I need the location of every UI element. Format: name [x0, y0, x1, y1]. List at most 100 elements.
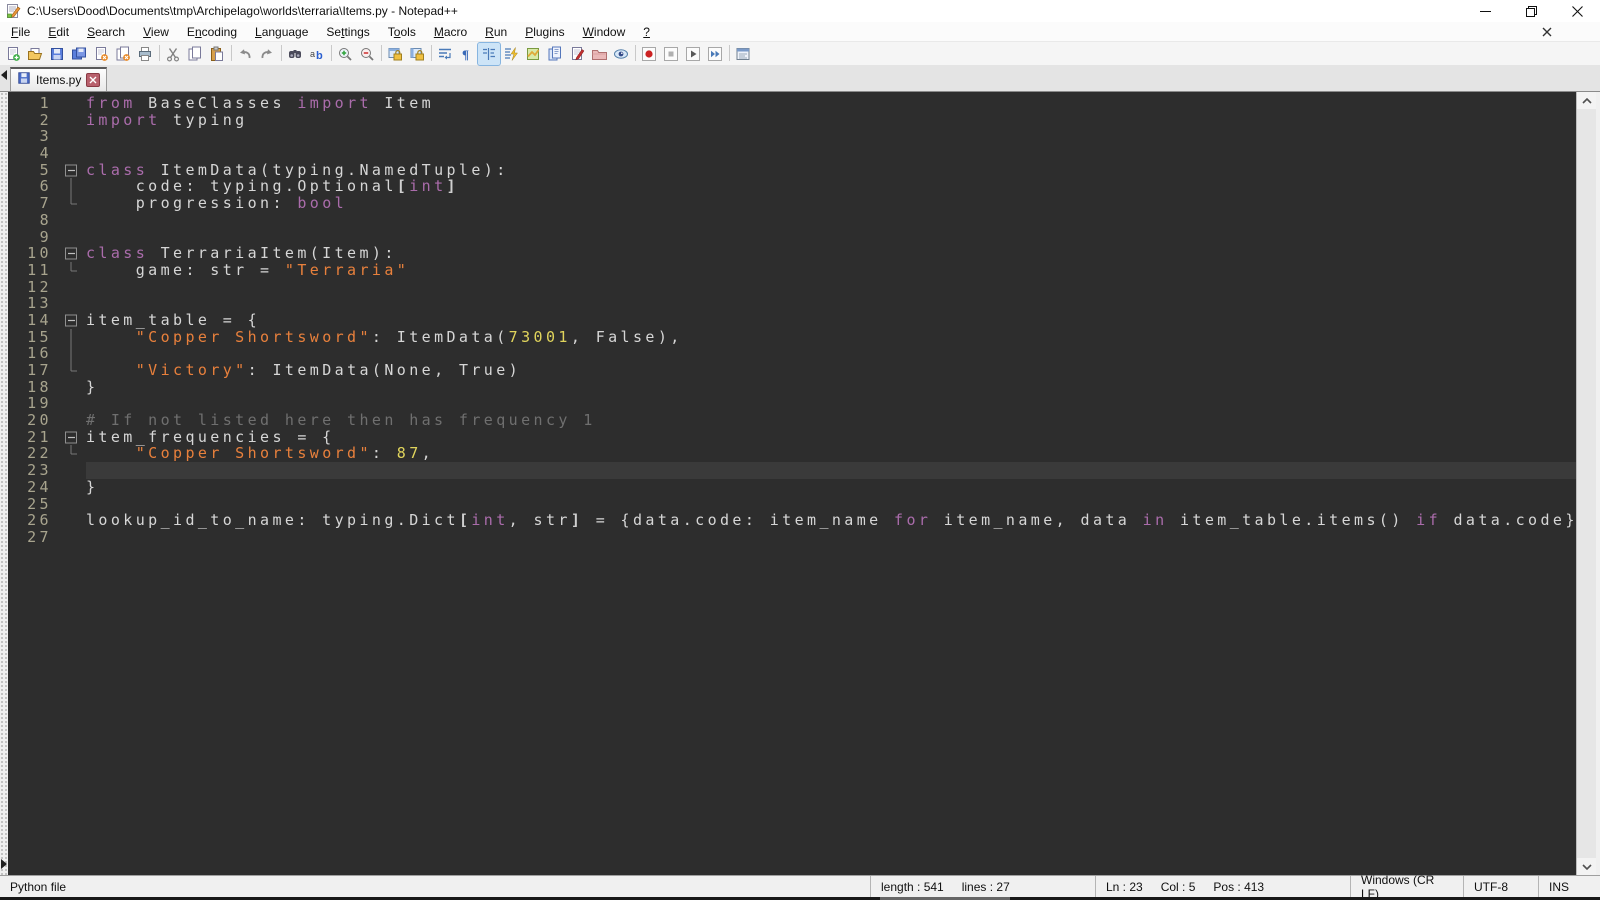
status-pos: Pos : 413 — [1213, 880, 1264, 894]
indent-guide-icon[interactable] — [478, 43, 500, 65]
code-line[interactable]: 26lookup_id_to_name: typing.Dict[int, st… — [8, 512, 1576, 529]
zoom-out-icon[interactable] — [356, 43, 378, 65]
document-list-icon[interactable] — [544, 43, 566, 65]
function-list-icon[interactable] — [500, 43, 522, 65]
word-wrap-icon[interactable] — [434, 43, 456, 65]
code-line[interactable]: 24} — [8, 479, 1576, 496]
menu-macro[interactable]: Macro — [425, 23, 476, 41]
save-icon[interactable] — [46, 43, 68, 65]
scroll-up-icon[interactable] — [1577, 92, 1596, 109]
code-line[interactable]: 14item_table = { — [8, 312, 1576, 329]
copy-icon[interactable] — [184, 43, 206, 65]
code-line[interactable]: 2import typing — [8, 112, 1576, 129]
code-line[interactable]: 27 — [8, 529, 1576, 546]
edit-macro-icon[interactable] — [566, 43, 588, 65]
macro-run-multiple-icon[interactable] — [704, 43, 726, 65]
status-eol[interactable]: Windows (CR LF) — [1350, 876, 1463, 897]
show-all-characters-icon[interactable]: ¶ — [456, 43, 478, 65]
status-encoding[interactable]: UTF-8 — [1463, 876, 1538, 897]
find-icon[interactable] — [284, 43, 306, 65]
status-length-section: length : 541 lines : 27 — [870, 876, 1095, 897]
menu-window[interactable]: Window — [574, 23, 635, 41]
code-line[interactable]: 12 — [8, 279, 1576, 296]
redo-icon[interactable] — [256, 43, 278, 65]
code-line[interactable]: 25 — [8, 496, 1576, 513]
fold-margin — [56, 128, 86, 145]
menu-bar: FileEditSearchViewEncodingLanguageSettin… — [0, 22, 1600, 42]
code-line[interactable]: 11 game: str = "Terraria" — [8, 262, 1576, 279]
menu-file[interactable]: File — [2, 23, 39, 41]
code-line[interactable]: 19 — [8, 395, 1576, 412]
code-line[interactable]: 3 — [8, 128, 1576, 145]
document-map-icon[interactable] — [522, 43, 544, 65]
code-line[interactable]: 13 — [8, 295, 1576, 312]
menu-tools[interactable]: Tools — [379, 23, 425, 41]
code-editor[interactable]: 1from BaseClasses import Item2import typ… — [8, 92, 1576, 875]
fold-marker-open[interactable] — [56, 429, 86, 446]
save-all-icon[interactable] — [68, 43, 90, 65]
code-line[interactable]: 7 progression: bool — [8, 195, 1576, 212]
print-icon[interactable] — [134, 43, 156, 65]
menu-plugins[interactable]: Plugins — [516, 23, 573, 41]
menu-view[interactable]: View — [134, 23, 178, 41]
replace-icon[interactable]: ab — [306, 43, 328, 65]
vertical-scrollbar[interactable] — [1576, 92, 1596, 875]
close-file-icon[interactable] — [90, 43, 112, 65]
undo-icon[interactable] — [234, 43, 256, 65]
code-line[interactable]: 21item_frequencies = { — [8, 429, 1576, 446]
status-insert-mode[interactable]: INS — [1538, 876, 1600, 897]
menu-help[interactable]: ? — [634, 23, 659, 41]
code-line[interactable]: 4 — [8, 145, 1576, 162]
menu-close-icon[interactable] — [1542, 24, 1552, 42]
close-button[interactable] — [1554, 0, 1600, 22]
paste-icon[interactable] — [206, 43, 228, 65]
fold-marker-end — [56, 362, 86, 379]
tab-items-py[interactable]: Items.py — [10, 67, 107, 91]
sync-horizontal-scroll-icon[interactable] — [406, 43, 428, 65]
code-line[interactable]: 20# If not listed here then has frequenc… — [8, 412, 1576, 429]
code-line[interactable]: 6 code: typing.Optional[int] — [8, 178, 1576, 195]
code-line[interactable]: 1from BaseClasses import Item — [8, 95, 1576, 112]
menu-run[interactable]: Run — [476, 23, 516, 41]
code-text — [86, 145, 1576, 162]
doc-switcher-icon[interactable] — [732, 43, 754, 65]
macro-record-icon[interactable] — [638, 43, 660, 65]
dock-splitter[interactable] — [0, 92, 8, 875]
code-text — [86, 345, 1576, 362]
minimize-button[interactable] — [1462, 0, 1508, 22]
zoom-in-icon[interactable] — [334, 43, 356, 65]
restore-button[interactable] — [1508, 0, 1554, 22]
menu-settings[interactable]: Settings — [317, 23, 378, 41]
code-line[interactable]: 22 "Copper Shortsword": 87, — [8, 445, 1576, 462]
fold-marker-open[interactable] — [56, 312, 86, 329]
code-line[interactable]: 10class TerrariaItem(Item): — [8, 245, 1576, 262]
menu-encoding[interactable]: Encoding — [178, 23, 246, 41]
open-file-icon[interactable] — [24, 43, 46, 65]
cut-icon[interactable] — [162, 43, 184, 65]
new-file-icon[interactable] — [2, 43, 24, 65]
code-text: item_frequencies = { — [86, 429, 1576, 446]
monitoring-eye-icon[interactable] — [610, 43, 632, 65]
code-line[interactable]: 5class ItemData(typing.NamedTuple): — [8, 162, 1576, 179]
menu-search[interactable]: Search — [78, 23, 134, 41]
code-line[interactable]: 16 — [8, 345, 1576, 362]
tab-close-icon[interactable] — [86, 73, 100, 87]
code-line[interactable]: 17 "Victory": ItemData(None, True) — [8, 362, 1576, 379]
sync-vertical-scroll-icon[interactable] — [384, 43, 406, 65]
code-line[interactable]: 15 "Copper Shortsword": ItemData(73001, … — [8, 329, 1576, 346]
scroll-down-icon[interactable] — [1577, 858, 1596, 875]
close-all-icon[interactable] — [112, 43, 134, 65]
code-line[interactable]: 8 — [8, 212, 1576, 229]
menu-language[interactable]: Language — [246, 23, 317, 41]
code-line[interactable]: 18} — [8, 379, 1576, 396]
macro-play-icon[interactable] — [682, 43, 704, 65]
fold-marker-open[interactable] — [56, 162, 86, 179]
macro-stop-icon[interactable] — [660, 43, 682, 65]
folder-as-workspace-icon[interactable] — [588, 43, 610, 65]
code-text: game: str = "Terraria" — [86, 262, 1576, 279]
code-line[interactable]: 9 — [8, 229, 1576, 246]
fold-marker-open[interactable] — [56, 245, 86, 262]
menu-edit[interactable]: Edit — [39, 23, 78, 41]
tab-scroll-left-icon[interactable] — [1, 70, 7, 80]
code-line[interactable]: 23 — [8, 462, 1576, 479]
